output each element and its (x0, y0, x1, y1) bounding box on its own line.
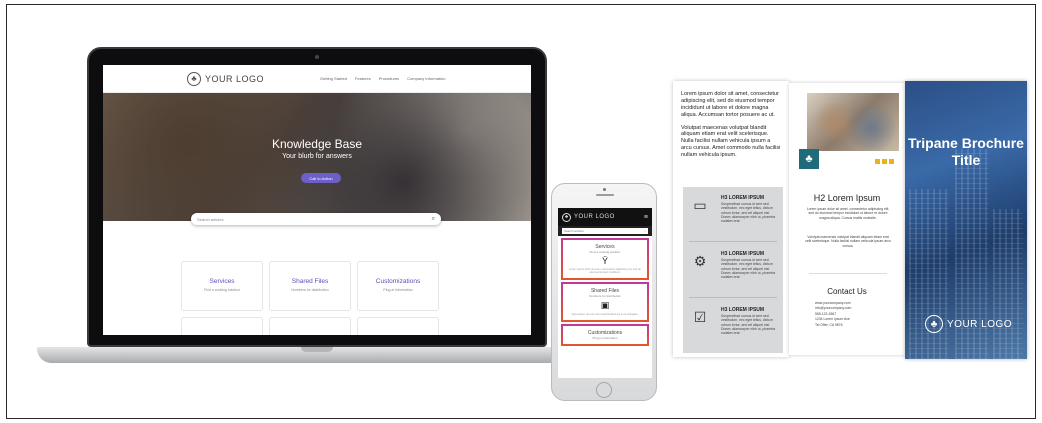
feature-heading: H3 LOREM IPSUM (721, 307, 765, 313)
office-photo (807, 93, 899, 151)
call-to-action-button[interactable]: Call to Action (301, 173, 341, 183)
nav-link-features[interactable]: Features (355, 76, 371, 81)
search-icon[interactable]: ⌕ (644, 229, 646, 233)
divider (689, 297, 777, 298)
site-navbar: ♣ YOUR LOGO Getting Started Features Pro… (103, 65, 531, 93)
intro-paragraph-2: Volutpat maecenas volutpat blandit aliqu… (681, 124, 781, 159)
card-subtitle: Numbers for distribution (291, 288, 329, 292)
divider (809, 273, 887, 274)
gear-icon: ⚙ (693, 253, 707, 269)
phone-search: Search articles ⌕ (558, 226, 652, 236)
phone-card-customizations[interactable]: Customizations Plug-in information (561, 324, 649, 346)
card-services[interactable]: Services Find a cooking solution (181, 261, 263, 311)
card-shared-files[interactable]: Shared Files Numbers for distribution (269, 261, 351, 311)
contact-address-1: 1234 Lorem Ipsum Ave (815, 317, 850, 322)
card-title: Customizations (375, 278, 421, 285)
brochure-intro: Lorem ipsum dolor sit amet, consectetur … (673, 81, 789, 159)
feature-row: ⚙ H3 LOREM IPSUM Suspendisse cursus id s… (683, 243, 783, 295)
tree-logo-icon: ♣ (925, 315, 943, 333)
checkbox-icon: ☑ (693, 309, 707, 325)
hero-banner: Knowledge Base Your blurb for answers Ca… (103, 93, 531, 225)
feature-body: Suspendisse cursus id sem sed vestibulum… (721, 202, 776, 223)
hamburger-menu-icon[interactable]: ≡ (644, 214, 648, 221)
feature-heading: H3 LOREM IPSUM (721, 195, 765, 201)
search-bar[interactable]: Search articles ⌕ (191, 213, 441, 225)
nav-link-company-information[interactable]: Company Information (407, 76, 445, 81)
brochure-left-panel: Lorem ipsum dolor sit amet, consectetur … (673, 81, 789, 357)
category-cards: Services Find a cooking solution Shared … (181, 261, 439, 311)
intro-paragraph-1: Lorem ipsum dolor sit amet, consectetur … (681, 91, 779, 118)
card-subtitle: Find a cooking solution (204, 288, 240, 292)
brochure-middle-panel: ♣ H2 Lorem Ipsum Lorem ipsum dolor sit a… (789, 83, 905, 355)
tree-logo-icon: ♣ (562, 212, 571, 222)
nav-link-getting-started[interactable]: Getting Started (320, 76, 347, 81)
brochure-title: Tripane Brochure Title (908, 135, 1024, 168)
contact-address-2: Tel Offer, CA 9876 (815, 322, 843, 327)
laptop: ♣ YOUR LOGO Getting Started Features Pro… (87, 47, 547, 347)
logo-text: YOUR LOGO (574, 214, 615, 220)
phone-speaker (596, 194, 614, 196)
services-icon: Ÿ (601, 256, 608, 266)
laptop-screen: ♣ YOUR LOGO Getting Started Features Pro… (103, 65, 531, 335)
cover-logo: ♣ YOUR LOGO (925, 315, 1012, 333)
showcase-frame: ♣ YOUR LOGO Getting Started Features Pro… (6, 4, 1036, 419)
feature-heading: H3 LOREM IPSUM (721, 251, 765, 257)
tree-logo-icon: ♣ (187, 71, 201, 86)
card-subtitle: Plug-in information (383, 288, 413, 292)
site-logo[interactable]: ♣ YOUR LOGO (187, 71, 265, 86)
feature-body: Suspendisse cursus id sem sed vestibulum… (721, 258, 776, 279)
phone-screen: ♣ YOUR LOGO ≡ Search articles ⌕ Services… (558, 208, 652, 378)
search-icon[interactable]: ⌕ (432, 216, 435, 223)
logo-text: YOUR LOGO (947, 318, 1013, 330)
phone: ♣ YOUR LOGO ≡ Search articles ⌕ Services… (551, 183, 657, 401)
building-graphic (909, 189, 949, 359)
phone-home-button[interactable] (596, 382, 612, 398)
contact-heading: Contact Us (827, 287, 867, 296)
nav-link-procedures[interactable]: Procedures (379, 76, 399, 81)
nav-links: Getting Started Features Procedures Comp… (320, 76, 445, 81)
shared-files-icon: ▣ (600, 300, 610, 310)
phone-navbar: ♣ YOUR LOGO ≡ (558, 208, 652, 226)
feature-row: ▭ H3 LOREM IPSUM Suspendisse cursus id s… (683, 187, 783, 239)
search-input[interactable]: Search articles (197, 217, 432, 222)
section-paragraph-1: Lorem ipsum dolor sit amet, consectetur … (806, 207, 890, 220)
category-cards-row-2 (181, 317, 439, 335)
phone-card-shared-files[interactable]: Shared Files Numbers for distribution ▣ … (561, 282, 649, 322)
laptop-camera (315, 55, 319, 59)
contact-details: www.yourcompany.com info@yourcompany.com… (815, 301, 851, 328)
laptop-base (37, 347, 597, 363)
hero-subtitle: Your blurb for answers (282, 153, 352, 160)
feature-body: Suspendisse cursus id sem sed vestibulum… (721, 314, 776, 335)
search-placeholder: Search articles (564, 229, 584, 233)
card-subtitle: Find a cooking solution (589, 250, 621, 254)
card-title: Services (209, 278, 235, 285)
divider (689, 241, 777, 242)
card-customizations[interactable]: Customizations Plug-in information (357, 261, 439, 311)
laptop-notch (301, 347, 333, 352)
section-heading: H2 Lorem Ipsum (813, 193, 881, 203)
logo-text: YOUR LOGO (205, 73, 265, 84)
accent-dots (875, 159, 894, 164)
card-body: Quis autem vel eum iure reprehenderit qu… (571, 313, 639, 316)
hero-title: Knowledge Base (271, 137, 363, 151)
phone-search-input[interactable]: Search articles ⌕ (562, 228, 648, 234)
card-placeholder[interactable] (269, 317, 351, 335)
card-body: Lorem ipsum dolor sit amet, consectetur … (569, 268, 641, 274)
card-placeholder[interactable] (181, 317, 263, 335)
tree-logo-icon: ♣ (799, 149, 819, 169)
section-paragraph-2: Volutpat maecenas volutpat blandit aliqu… (805, 235, 891, 248)
phone-camera (603, 188, 606, 191)
phone-card-services[interactable]: Services Find a cooking solution Ÿ Lorem… (561, 238, 649, 280)
card-subtitle: Plug-in information (592, 336, 618, 340)
feature-box: ▭ H3 LOREM IPSUM Suspendisse cursus id s… (683, 187, 783, 353)
brochure-cover-panel: Tripane Brochure Title ♣ YOUR LOGO (905, 81, 1027, 359)
card-placeholder[interactable] (357, 317, 439, 335)
monitor-icon: ▭ (693, 197, 707, 213)
card-title: Shared Files (291, 278, 329, 285)
card-subtitle: Numbers for distribution (589, 294, 621, 298)
building-graphic (993, 209, 1023, 359)
feature-row: ☑ H3 LOREM IPSUM Suspendisse cursus id s… (683, 299, 783, 351)
